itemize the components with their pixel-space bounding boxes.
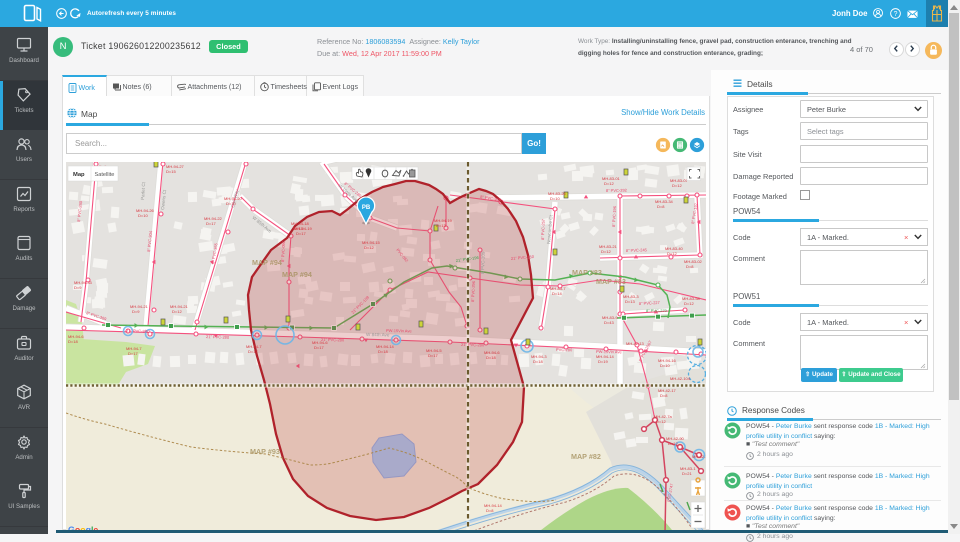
svg-text:MAP #82: MAP #82: [571, 452, 601, 461]
svg-text:D=17: D=17: [296, 231, 306, 236]
svg-text:MAP #94: MAP #94: [282, 270, 312, 279]
svg-text:D=8: D=8: [660, 393, 668, 398]
svg-text:MAP #83: MAP #83: [572, 268, 602, 277]
svg-text:D=18: D=18: [68, 339, 78, 344]
svg-text:8” PVC-245: 8” PVC-245: [626, 247, 648, 253]
svg-text:D=15: D=15: [166, 169, 176, 174]
svg-text:D=12: D=12: [604, 181, 614, 186]
svg-text:D=9: D=9: [74, 285, 82, 290]
svg-text:D=13: D=13: [293, 226, 303, 231]
svg-text:D=12: D=12: [668, 441, 678, 446]
svg-text:PVC-280: PVC-280: [556, 347, 573, 352]
svg-text:D=12: D=12: [684, 301, 694, 306]
svg-text:21” PVC-280: 21” PVC-280: [321, 337, 345, 342]
svg-text:?: ?: [894, 11, 898, 18]
svg-text:D=17: D=17: [206, 221, 216, 226]
svg-text:MH-42-19: MH-42-19: [692, 454, 706, 459]
svg-text:D=17: D=17: [314, 345, 324, 350]
svg-text:PW-15Vin Ave: PW-15Vin Ave: [386, 328, 412, 333]
svg-text:Map: Map: [73, 172, 85, 178]
svg-text:D=14: D=14: [552, 291, 562, 296]
svg-text:21” PVC-280: 21” PVC-280: [461, 342, 485, 347]
svg-text:D=12: D=12: [656, 419, 666, 424]
svg-text:D=8: D=8: [486, 508, 494, 513]
svg-text:D=12: D=12: [601, 249, 611, 254]
svg-text:D=18: D=18: [533, 359, 543, 364]
svg-text:PW-15Vin Ave: PW-15Vin Ave: [596, 349, 622, 354]
svg-text:8 PVC-109: 8 PVC-109: [480, 251, 486, 274]
svg-text:Satellite: Satellite: [95, 172, 115, 178]
svg-text:MH-42-104: MH-42-104: [670, 376, 691, 381]
svg-text:D=10: D=10: [550, 196, 560, 201]
svg-text:D=12: D=12: [172, 309, 182, 314]
svg-text:PB: PB: [362, 205, 371, 211]
svg-text:D=12: D=12: [364, 245, 374, 250]
svg-text:D=9: D=9: [132, 309, 140, 314]
svg-text:MAP #93: MAP #93: [250, 447, 280, 456]
svg-text:8” PVC-270: 8” PVC-270: [646, 308, 668, 313]
svg-text:21” PVC-280: 21” PVC-280: [206, 334, 230, 340]
svg-text:D=10: D=10: [660, 363, 670, 368]
svg-text:MAP #83: MAP #83: [596, 277, 626, 286]
svg-text:D=43: D=43: [604, 320, 614, 325]
svg-text:D=8: D=8: [686, 264, 694, 269]
svg-text:D=12: D=12: [672, 183, 682, 188]
svg-text:D=21: D=21: [682, 471, 692, 476]
svg-text:8” PVC-257: 8” PVC-257: [540, 218, 546, 240]
svg-text:D=13: D=13: [625, 299, 635, 304]
svg-text:8” PVC-292: 8” PVC-292: [606, 188, 628, 193]
svg-text:W 84th Ave: W 84th Ave: [366, 332, 390, 337]
svg-text:D=17: D=17: [248, 349, 258, 354]
svg-text:D=13: D=13: [436, 223, 446, 228]
svg-text:MH-42-13: MH-42-13: [626, 341, 645, 346]
svg-text:D=18: D=18: [486, 355, 496, 360]
svg-text:MAP #94: MAP #94: [252, 258, 282, 267]
svg-text:D=19: D=19: [598, 359, 608, 364]
svg-text:D=17: D=17: [428, 353, 438, 358]
svg-text:D=12: D=12: [667, 251, 677, 256]
svg-text:D=10: D=10: [138, 213, 148, 218]
svg-text:D=18: D=18: [378, 349, 388, 354]
svg-text:D=8: D=8: [657, 204, 665, 209]
svg-text:21” PVC-9B0: 21” PVC-9B0: [126, 328, 151, 334]
svg-text:D=17: D=17: [128, 351, 138, 356]
